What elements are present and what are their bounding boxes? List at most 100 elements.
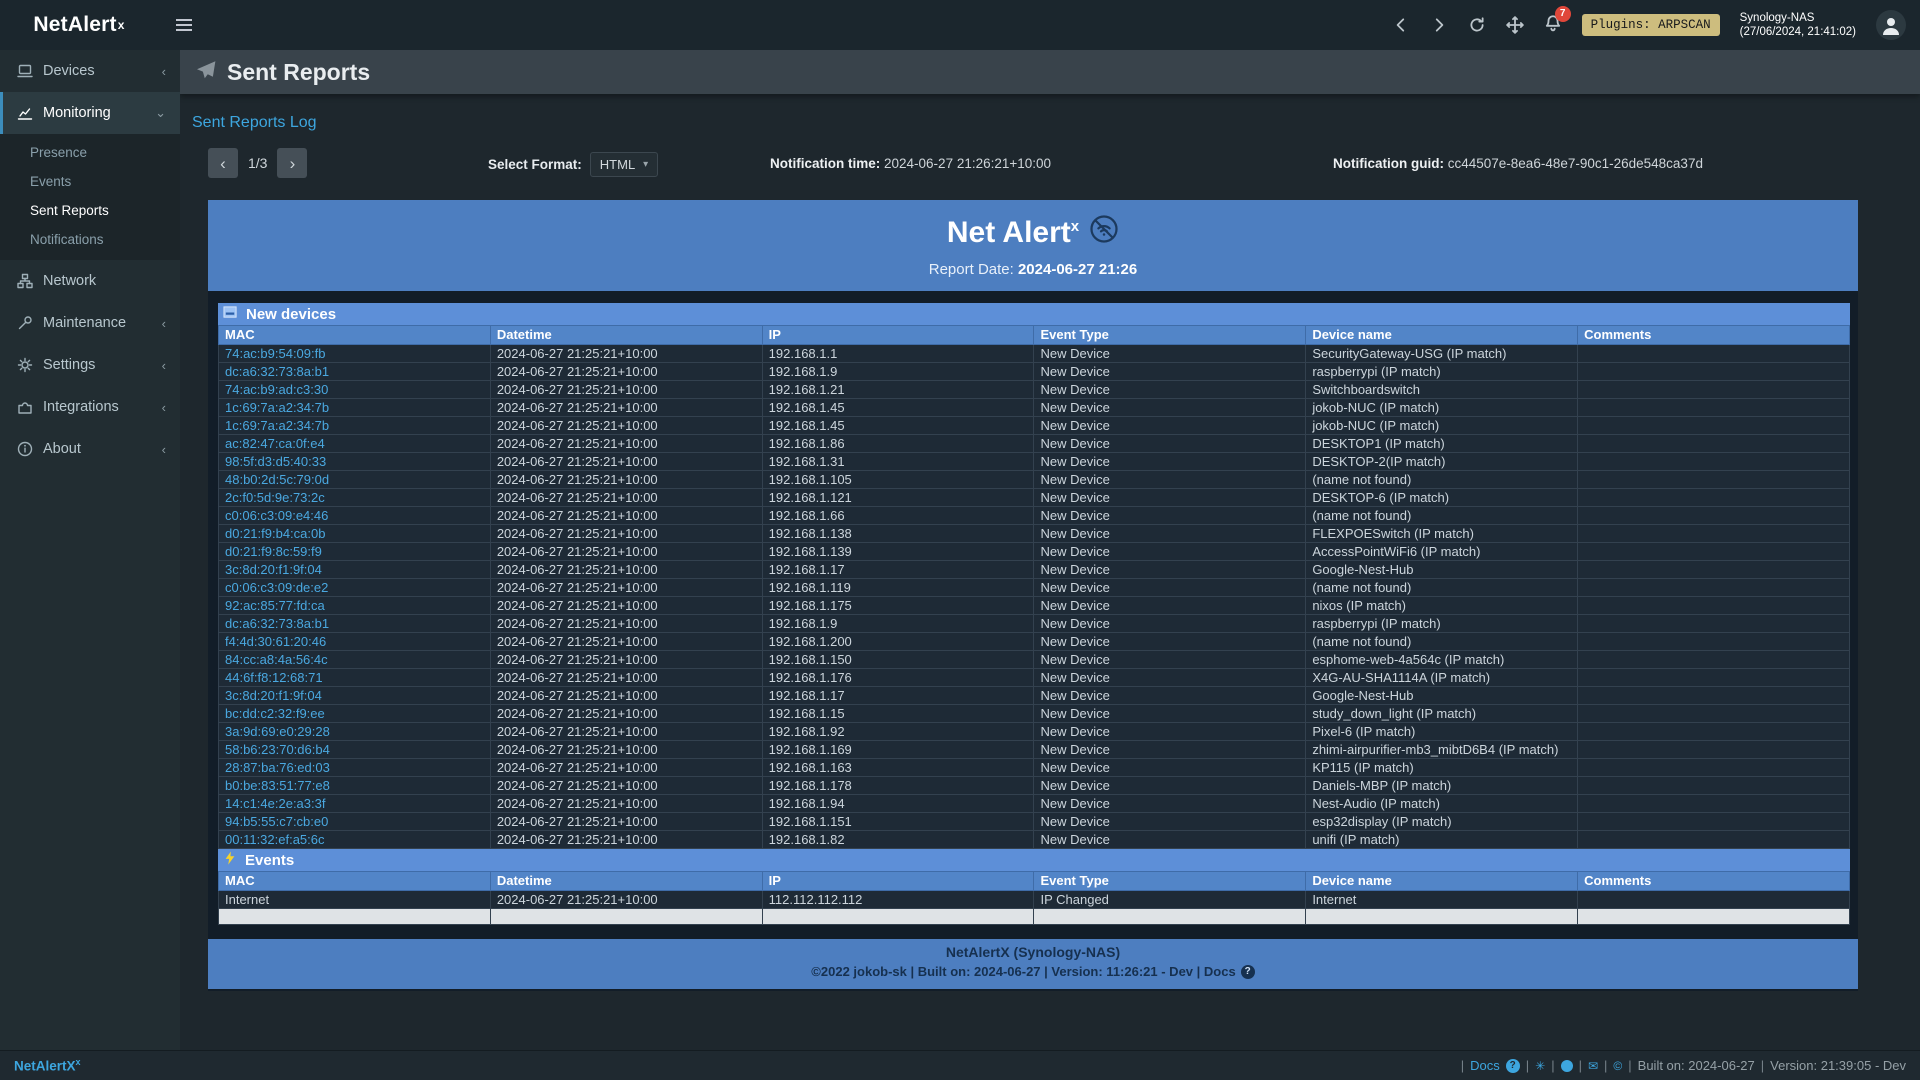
- mac-cell[interactable]: 44:6f:f8:12:68:71: [219, 669, 491, 687]
- mac-address-link[interactable]: dc:a6:32:73:8a:b1: [225, 616, 329, 631]
- sidebar-item-presence[interactable]: Presence: [0, 138, 180, 167]
- mac-address-link[interactable]: c0:06:c3:09:e4:46: [225, 508, 328, 523]
- bug-report-icon[interactable]: ✳: [1535, 1059, 1545, 1073]
- question-circle-icon[interactable]: ?: [1506, 1059, 1520, 1073]
- prev-page-button[interactable]: ‹: [208, 148, 238, 178]
- mac-address-link[interactable]: 98:5f:d3:d5:40:33: [225, 454, 326, 469]
- nav-back-icon[interactable]: [1392, 16, 1410, 34]
- mac-address-link[interactable]: 28:87:ba:76:ed:03: [225, 760, 330, 775]
- sidebar-toggle-icon[interactable]: [164, 0, 204, 50]
- mac-address-link[interactable]: 1c:69:7a:a2:34:7b: [225, 418, 329, 433]
- sidebar-item-network[interactable]: Network: [0, 260, 180, 302]
- mac-cell[interactable]: 1c:69:7a:a2:34:7b: [219, 417, 491, 435]
- ip-cell: 192.168.1.15: [762, 705, 1034, 723]
- mac-cell[interactable]: 14:c1:4e:2e:a3:3f: [219, 795, 491, 813]
- mac-address-link[interactable]: 14:c1:4e:2e:a3:3f: [225, 796, 325, 811]
- mac-cell[interactable]: 92:ac:85:77:fd:ca: [219, 597, 491, 615]
- sidebar-item-sent-reports[interactable]: Sent Reports: [0, 196, 180, 225]
- sidebar-item-devices[interactable]: Devices ‹: [0, 50, 180, 92]
- mac-cell[interactable]: d0:21:f9:8c:59:f9: [219, 543, 491, 561]
- mac-address-link[interactable]: 44:6f:f8:12:68:71: [225, 670, 323, 685]
- format-select[interactable]: HTML ▾: [590, 152, 658, 177]
- sidebar-item-monitoring[interactable]: Monitoring ⌄: [0, 92, 180, 134]
- docs-link[interactable]: Docs: [1470, 1058, 1500, 1073]
- datetime-cell: 2024-06-27 21:25:21+10:00: [490, 525, 762, 543]
- ip-cell: 192.168.1.121: [762, 489, 1034, 507]
- mac-cell[interactable]: 1c:69:7a:a2:34:7b: [219, 399, 491, 417]
- mac-address-link[interactable]: dc:a6:32:73:8a:b1: [225, 364, 329, 379]
- sent-reports-log-link[interactable]: Sent Reports Log: [192, 114, 317, 132]
- mac-address-link[interactable]: d0:21:f9:b4:ca:0b: [225, 526, 325, 541]
- mac-cell[interactable]: c0:06:c3:09:de:e2: [219, 579, 491, 597]
- footer-brand-link[interactable]: NetAlertXx: [14, 1057, 81, 1074]
- mac-address-link[interactable]: 48:b0:2d:5c:79:0d: [225, 472, 329, 487]
- notifications-bell-icon[interactable]: 7: [1544, 14, 1562, 37]
- mac-cell[interactable]: 84:cc:a8:4a:56:4c: [219, 651, 491, 669]
- github-icon[interactable]: [1561, 1060, 1573, 1072]
- select-caret-icon: ▾: [643, 159, 648, 170]
- mac-cell[interactable]: 3c:8d:20:f1:9f:04: [219, 687, 491, 705]
- sidebar-item-events[interactable]: Events: [0, 167, 180, 196]
- mac-cell[interactable]: dc:a6:32:73:8a:b1: [219, 363, 491, 381]
- mac-address-link[interactable]: 74:ac:b9:54:09:fb: [225, 346, 325, 361]
- mac-address-link[interactable]: f4:4d:30:61:20:46: [225, 634, 326, 649]
- mac-cell[interactable]: 74:ac:b9:ad:c3:30: [219, 381, 491, 399]
- sidebar-item-settings[interactable]: Settings ‹: [0, 344, 180, 386]
- brand-text: NetAlert: [33, 13, 116, 37]
- mac-cell[interactable]: d0:21:f9:b4:ca:0b: [219, 525, 491, 543]
- table-row: d0:21:f9:b4:ca:0b 2024-06-27 21:25:21+10:…: [219, 525, 1850, 543]
- mac-cell[interactable]: 00:11:32:ef:a5:6c: [219, 831, 491, 849]
- sidebar-item-notifications[interactable]: Notifications: [0, 225, 180, 254]
- mac-address-link[interactable]: ac:82:47:ca:0f:e4: [225, 436, 325, 451]
- next-page-button[interactable]: ›: [277, 148, 307, 178]
- mac-cell[interactable]: c0:06:c3:09:e4:46: [219, 507, 491, 525]
- sidebar-item-integrations[interactable]: Integrations ‹: [0, 386, 180, 428]
- event-type-cell: New Device: [1034, 741, 1306, 759]
- plugins-badge[interactable]: Plugins: ARPSCAN: [1582, 14, 1720, 36]
- mac-cell[interactable]: 94:b5:55:c7:cb:e0: [219, 813, 491, 831]
- mac-address-link[interactable]: 00:11:32:ef:a5:6c: [225, 832, 325, 847]
- mac-address-link[interactable]: 3c:8d:20:f1:9f:04: [225, 562, 322, 577]
- mac-address-link[interactable]: 2c:f0:5d:9e:73:2c: [225, 490, 325, 505]
- mac-cell[interactable]: 28:87:ba:76:ed:03: [219, 759, 491, 777]
- mac-address-link[interactable]: 94:b5:55:c7:cb:e0: [225, 814, 328, 829]
- mac-address-link[interactable]: 3c:8d:20:f1:9f:04: [225, 688, 322, 703]
- mac-address-link[interactable]: d0:21:f9:8c:59:f9: [225, 544, 322, 559]
- mac-cell[interactable]: 48:b0:2d:5c:79:0d: [219, 471, 491, 489]
- copyright-icon[interactable]: ©: [1613, 1059, 1622, 1073]
- mac-address-link[interactable]: 1c:69:7a:a2:34:7b: [225, 400, 329, 415]
- nav-forward-icon[interactable]: [1430, 16, 1448, 34]
- mac-cell[interactable]: ac:82:47:ca:0f:e4: [219, 435, 491, 453]
- mac-cell[interactable]: 3a:9d:69:e0:29:28: [219, 723, 491, 741]
- mac-address-link[interactable]: 92:ac:85:77:fd:ca: [225, 598, 325, 613]
- mac-cell[interactable]: 98:5f:d3:d5:40:33: [219, 453, 491, 471]
- datetime-cell: 2024-06-27 21:25:21+10:00: [490, 417, 762, 435]
- ip-cell: 192.168.1.200: [762, 633, 1034, 651]
- sidebar-item-maintenance[interactable]: Maintenance ‹: [0, 302, 180, 344]
- mac-cell[interactable]: dc:a6:32:73:8a:b1: [219, 615, 491, 633]
- mac-address-link[interactable]: b0:be:83:51:77:e8: [225, 778, 330, 793]
- mac-address-link[interactable]: 84:cc:a8:4a:56:4c: [225, 652, 328, 667]
- mac-address-link[interactable]: bc:dd:c2:32:f9:ee: [225, 706, 325, 721]
- mac-address-link[interactable]: c0:06:c3:09:de:e2: [225, 580, 328, 595]
- mac-address-link[interactable]: 3a:9d:69:e0:29:28: [225, 724, 330, 739]
- mac-cell[interactable]: 58:b6:23:70:d6:b4: [219, 741, 491, 759]
- comments-cell: [1578, 831, 1850, 849]
- mac-address-link[interactable]: 58:b6:23:70:d6:b4: [225, 742, 330, 757]
- mac-cell[interactable]: b0:be:83:51:77:e8: [219, 777, 491, 795]
- move-arrows-icon[interactable]: [1506, 16, 1524, 34]
- mac-cell[interactable]: 3c:8d:20:f1:9f:04: [219, 561, 491, 579]
- email-icon[interactable]: ✉: [1588, 1059, 1598, 1073]
- mac-cell[interactable]: 74:ac:b9:54:09:fb: [219, 345, 491, 363]
- mac-cell[interactable]: 2c:f0:5d:9e:73:2c: [219, 489, 491, 507]
- mac-cell[interactable]: f4:4d:30:61:20:46: [219, 633, 491, 651]
- user-avatar[interactable]: [1876, 10, 1906, 40]
- column-header: Comments: [1578, 872, 1850, 891]
- sidebar-item-label: Integrations: [43, 399, 119, 415]
- mac-cell[interactable]: bc:dd:c2:32:f9:ee: [219, 705, 491, 723]
- refresh-icon[interactable]: [1468, 16, 1486, 34]
- brand-logo[interactable]: NetAlertx: [0, 0, 158, 50]
- mac-address-link[interactable]: 74:ac:b9:ad:c3:30: [225, 382, 328, 397]
- sidebar-item-about[interactable]: About ‹: [0, 428, 180, 470]
- notification-count-badge: 7: [1555, 6, 1571, 22]
